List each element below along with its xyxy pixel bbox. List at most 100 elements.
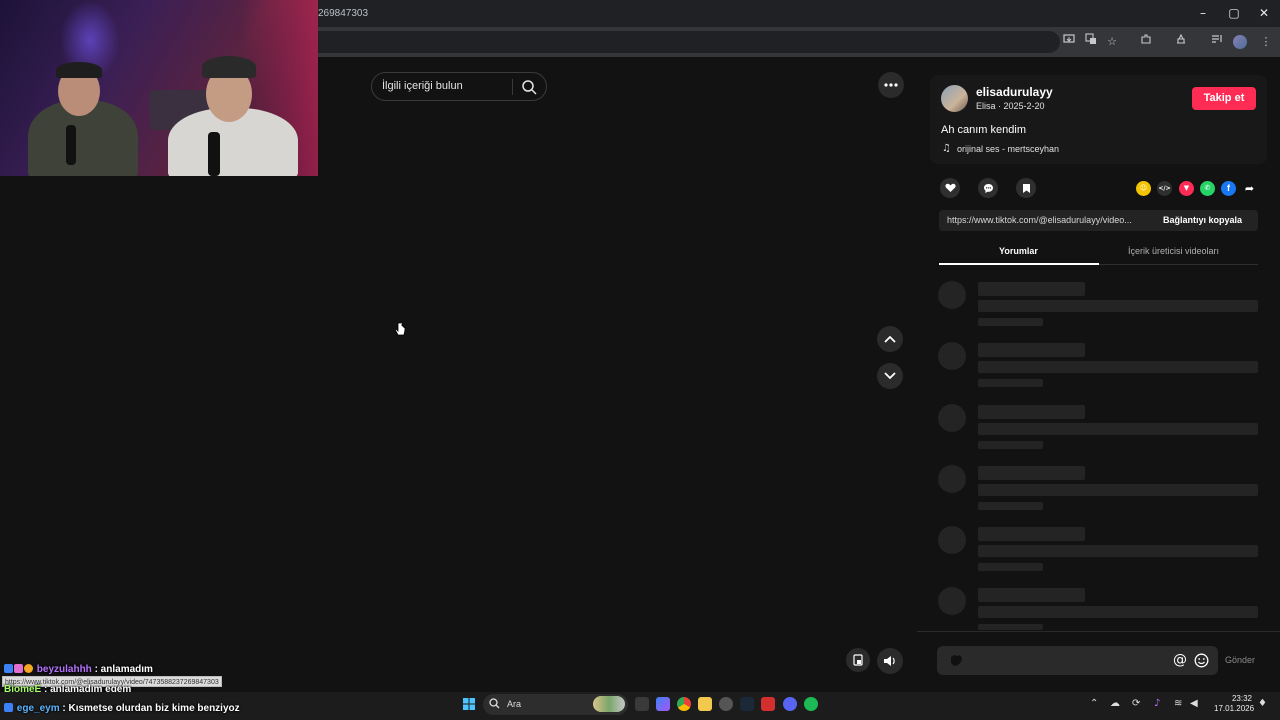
copy-link-button[interactable]: Bağlantıyı kopyala: [1163, 215, 1242, 225]
search-divider: [512, 79, 513, 95]
hand-cursor-icon: [394, 322, 406, 336]
task-view-icon[interactable]: [635, 697, 649, 711]
avatar[interactable]: [941, 85, 968, 112]
windows-start-icon[interactable]: [463, 698, 475, 710]
like-button[interactable]: [940, 178, 960, 198]
skeleton-line: [978, 545, 1258, 557]
video-link-url[interactable]: https://www.tiktok.com/@elisadurulayy/vi…: [947, 215, 1150, 225]
author-display-name: Elisa: [976, 101, 996, 111]
search-highlight-image[interactable]: [593, 696, 625, 712]
address-bar[interactable]: [300, 31, 1060, 53]
clock-date: 17.01.2026: [1214, 704, 1255, 713]
volume-tray-icon[interactable]: ◀: [1190, 698, 1198, 709]
browser-menu-icon[interactable]: ⋮: [1257, 33, 1275, 51]
post-date: 2025-2-20: [1003, 101, 1045, 111]
emoji-icon[interactable]: [1194, 653, 1209, 668]
install-app-icon[interactable]: [1060, 33, 1078, 51]
chat-message: ege_eym : Kısmetse olurdan biz kime benz…: [4, 703, 240, 714]
translate-icon[interactable]: [1082, 33, 1100, 51]
related-content-search[interactable]: İlgili içeriği bulun: [371, 72, 547, 101]
webcam-cap-right: [202, 56, 256, 78]
tab-creator-videos[interactable]: İçerik üreticisi videoları: [1128, 246, 1219, 256]
sticker-icon[interactable]: [949, 654, 963, 667]
more-horizontal-icon: [884, 83, 898, 87]
chevron-up-icon: [884, 335, 896, 343]
skeleton-line: [978, 466, 1085, 480]
chat-username: beyzulahhh: [36, 664, 92, 675]
extension-puzzle-icon[interactable]: [1172, 33, 1190, 51]
mention-icon[interactable]: @: [1173, 652, 1187, 668]
search-icon: [489, 698, 500, 709]
whatsapp-icon[interactable]: ✆: [1200, 181, 1215, 196]
share-arrow-icon[interactable]: ➦: [1242, 181, 1257, 196]
send-button[interactable]: Gönder: [1225, 655, 1255, 665]
more-options-button[interactable]: [878, 72, 904, 98]
webcam-overlay: [0, 0, 318, 176]
taskbar-clock[interactable]: 23:32 17.01.2026: [1214, 694, 1255, 714]
chevron-down-icon: [884, 372, 896, 380]
chat-badge-icon: [4, 664, 13, 673]
spotify-icon[interactable]: [804, 697, 818, 711]
sync-icon[interactable]: ⟳: [1132, 698, 1140, 709]
picture-in-picture-icon: [853, 654, 863, 666]
search-icon[interactable]: [520, 78, 538, 96]
subline-separator: ·: [995, 101, 1004, 111]
comment-bar-divider: [917, 631, 1280, 632]
skeleton-avatar: [938, 281, 966, 309]
embed-code-icon[interactable]: </>: [1157, 181, 1172, 196]
webcam-mic: [208, 132, 220, 176]
skeleton-avatar: [938, 465, 966, 493]
facebook-icon[interactable]: f: [1221, 181, 1236, 196]
media-control-icon[interactable]: [1208, 33, 1226, 51]
chrome-icon[interactable]: [677, 697, 691, 711]
extensions-icon[interactable]: [1137, 33, 1155, 51]
next-video-button[interactable]: [877, 363, 903, 389]
notification-bell-icon[interactable]: ♦: [1258, 698, 1267, 709]
skeleton-line: [978, 343, 1085, 357]
previous-video-button[interactable]: [877, 326, 903, 352]
address-bar-url[interactable]: 269847303: [318, 8, 368, 19]
skeleton-line: [978, 282, 1085, 296]
skeleton-line: [978, 624, 1043, 630]
close-button[interactable]: ✕: [1249, 4, 1279, 22]
microphone-icon[interactable]: ♪: [1154, 698, 1160, 709]
chat-text: : Kısmetse olurdan biz kime benziyoz: [59, 703, 240, 714]
minimize-button[interactable]: –: [1188, 4, 1218, 22]
volume-button[interactable]: [877, 648, 903, 674]
skeleton-line: [978, 502, 1043, 510]
music-title[interactable]: orijinal ses - mertsceyhan: [957, 144, 1059, 154]
bookmark-star-icon[interactable]: ☆: [1103, 33, 1121, 51]
steam-icon[interactable]: [740, 697, 754, 711]
speaker-icon: [884, 656, 895, 666]
author-username[interactable]: elisadurulayy: [976, 85, 1053, 99]
wifi-icon[interactable]: ≋: [1174, 698, 1182, 709]
floating-player-button[interactable]: [846, 648, 870, 672]
follow-button[interactable]: Takip et: [1192, 87, 1256, 110]
app-icon[interactable]: [761, 697, 775, 711]
search-input[interactable]: İlgili içeriği bulun: [382, 80, 463, 92]
comment-input[interactable]: @: [937, 646, 1218, 675]
skeleton-line: [978, 379, 1043, 387]
webcam-mic: [66, 125, 76, 165]
send-to-friend-icon[interactable]: ▼: [1179, 181, 1194, 196]
onedrive-icon[interactable]: ☁: [1110, 698, 1120, 709]
skeleton-line: [978, 527, 1085, 541]
settings-icon[interactable]: [719, 697, 733, 711]
share-friends-icon[interactable]: ☺: [1136, 181, 1151, 196]
profile-avatar[interactable]: [1233, 35, 1247, 49]
chat-username: ege_eym: [16, 703, 60, 714]
tray-overflow-icon[interactable]: ⌃: [1090, 698, 1098, 709]
maximize-button[interactable]: ▢: [1219, 4, 1249, 22]
tab-comments[interactable]: Yorumlar: [999, 246, 1038, 256]
comment-button[interactable]: [978, 178, 998, 198]
file-explorer-icon[interactable]: [698, 697, 712, 711]
copilot-icon[interactable]: [656, 697, 670, 711]
discord-icon[interactable]: [783, 697, 797, 711]
chat-badge-icon: [24, 664, 33, 673]
webcam-hair-left: [56, 62, 102, 78]
taskbar-search-label[interactable]: Ara: [507, 699, 521, 709]
save-button[interactable]: [1016, 178, 1036, 198]
music-note-icon: ♫: [942, 143, 951, 154]
skeleton-line: [978, 441, 1043, 449]
video-caption: Ah canım kendim: [941, 124, 1026, 136]
